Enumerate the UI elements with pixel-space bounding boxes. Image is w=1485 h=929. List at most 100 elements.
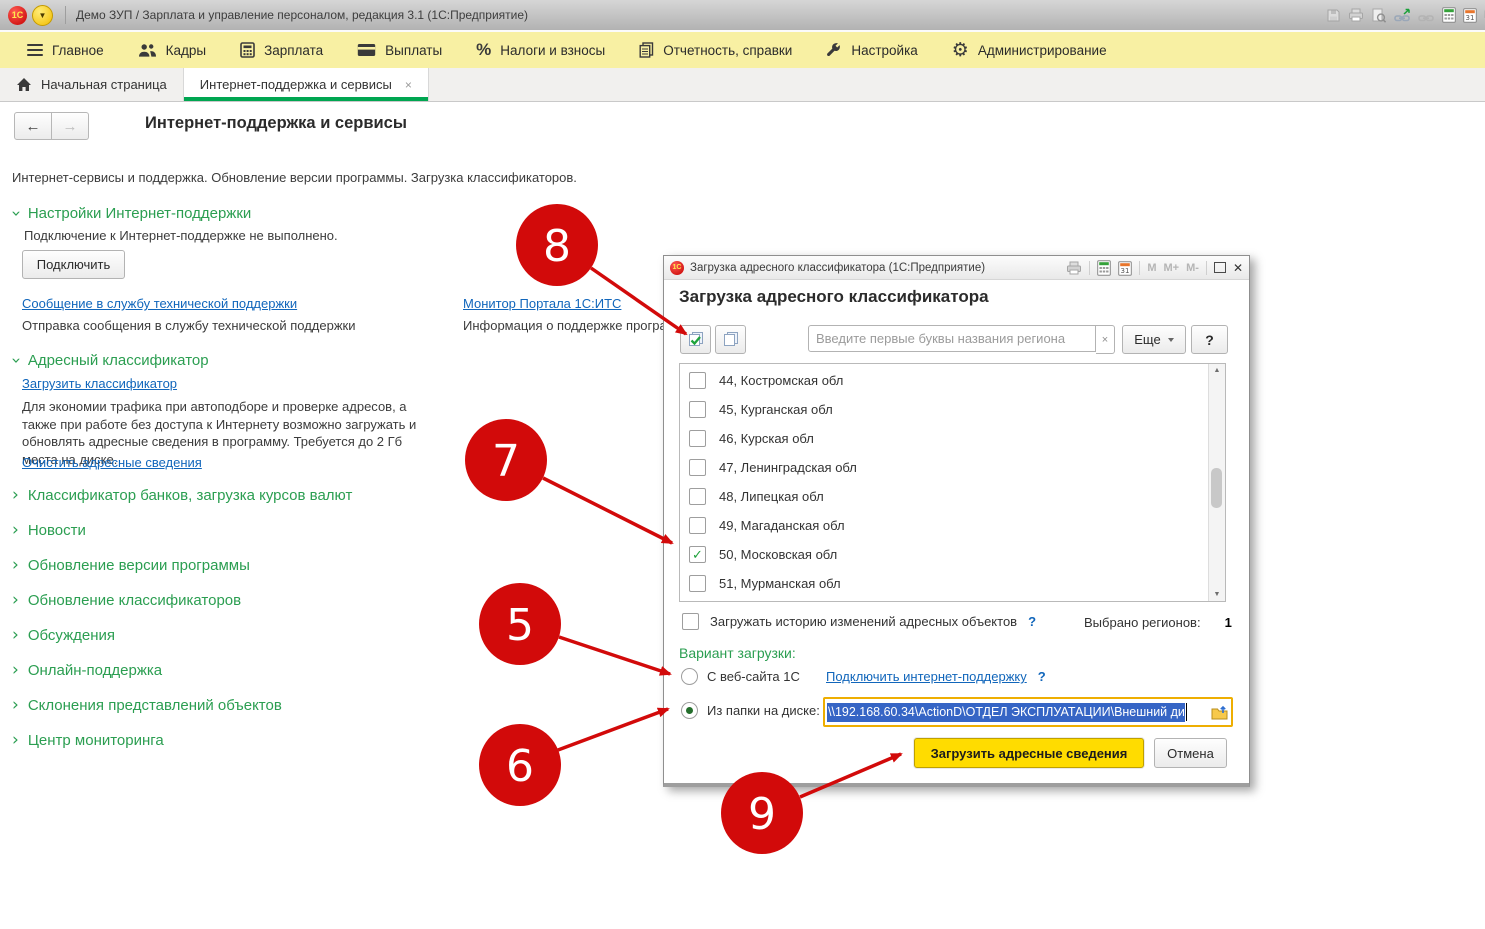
- more-button[interactable]: Еще: [1122, 325, 1186, 354]
- cancel-button[interactable]: Отмена: [1154, 738, 1227, 768]
- scrollbar[interactable]: ▲ ▼: [1208, 364, 1225, 601]
- menu-item-label: Отчетность, справки: [663, 43, 792, 58]
- go-link-icon[interactable]: [1418, 8, 1435, 23]
- section-classifier-update[interactable]: ›Обновление классификаторов: [12, 592, 241, 609]
- support-message-link[interactable]: Сообщение в службу технической поддержки: [22, 296, 297, 311]
- connect-help-link[interactable]: ?: [1038, 669, 1046, 684]
- section-monitoring-center[interactable]: ›Центр мониторинга: [12, 732, 164, 749]
- calculator-icon[interactable]: [1442, 7, 1456, 23]
- load-addresses-button[interactable]: Загрузить адресные сведения: [914, 738, 1144, 768]
- list-item[interactable]: ✓50, Московская обл: [680, 540, 1207, 569]
- selected-regions-count: 1: [1225, 615, 1232, 630]
- memory-m-plus-button[interactable]: М+: [1164, 262, 1180, 274]
- option-from-web[interactable]: С веб-сайта 1С: [681, 668, 800, 685]
- tab-internet-support[interactable]: Интернет-поддержка и сервисы ×: [183, 68, 429, 101]
- checkbox[interactable]: [689, 372, 706, 389]
- select-all-button[interactable]: [680, 325, 711, 354]
- calculator-icon[interactable]: [1097, 260, 1111, 276]
- list-item[interactable]: 49, Магаданская обл: [680, 511, 1207, 540]
- memory-m-button[interactable]: М: [1147, 262, 1156, 274]
- clear-address-link[interactable]: Очистить адресные сведения: [22, 455, 202, 470]
- load-classifier-link[interactable]: Загрузить классификатор: [22, 376, 177, 391]
- section-discussions[interactable]: ›Обсуждения: [12, 627, 115, 644]
- list-item[interactable]: 45, Курганская обл: [680, 395, 1207, 424]
- forward-button[interactable]: →: [52, 112, 89, 140]
- checkbox[interactable]: [689, 401, 706, 418]
- unselect-all-button[interactable]: [715, 325, 746, 354]
- save-icon[interactable]: [1326, 8, 1341, 23]
- menu-item-salary[interactable]: Зарплата: [223, 32, 340, 68]
- menu-item-payments[interactable]: Выплаты: [340, 32, 459, 68]
- tab-bar: Начальная страница Интернет-поддержка и …: [0, 68, 1485, 102]
- divider: [65, 6, 66, 24]
- chevron-right-icon: ›: [12, 732, 19, 749]
- back-button[interactable]: ←: [14, 112, 52, 140]
- menu-item-administration[interactable]: ⚙ Администрирование: [935, 32, 1124, 68]
- section-address-classifier[interactable]: › Адресный классификатор: [12, 352, 209, 369]
- scroll-thumb[interactable]: [1211, 468, 1222, 508]
- menu-item-staff[interactable]: Кадры: [121, 32, 223, 68]
- folder-path-field[interactable]: \\192.168.60.34\ActionD\ОТДЕЛ ЭКСПЛУАТАЦ…: [823, 697, 1233, 727]
- checkbox[interactable]: [689, 517, 706, 534]
- maximize-button[interactable]: [1214, 262, 1226, 273]
- menu-item-reports[interactable]: Отчетность, справки: [622, 32, 809, 68]
- list-item[interactable]: 44, Костромская обл: [680, 366, 1207, 395]
- calendar-icon[interactable]: 31: [1463, 7, 1477, 23]
- print-icon[interactable]: [1066, 261, 1082, 275]
- close-tab-icon[interactable]: ×: [405, 78, 412, 92]
- divider: [1206, 261, 1207, 275]
- checkbox[interactable]: [689, 459, 706, 476]
- region-list-rows: 44, Костромская обл45, Курганская обл46,…: [680, 366, 1207, 601]
- section-header-label: Классификатор банков, загрузка курсов ва…: [28, 487, 353, 504]
- page-description: Интернет-сервисы и поддержка. Обновление…: [12, 170, 577, 185]
- monitor-portal-link[interactable]: Монитор Портала 1С:ИТС: [463, 296, 621, 311]
- radio-button[interactable]: [681, 668, 698, 685]
- list-item[interactable]: 47, Ленинградская обл: [680, 453, 1207, 482]
- dialog-heading: Загрузка адресного классификатора: [679, 287, 989, 307]
- chevron-right-icon: ›: [12, 662, 19, 679]
- list-item[interactable]: 46, Курская обл: [680, 424, 1207, 453]
- get-link-icon[interactable]: [1394, 8, 1411, 23]
- scroll-up-icon[interactable]: ▲: [1209, 367, 1225, 374]
- connect-support-link[interactable]: Подключить интернет-поддержку: [826, 669, 1027, 684]
- option-from-folder[interactable]: Из папки на диске:: [681, 702, 820, 719]
- percent-icon: %: [476, 40, 491, 60]
- menu-item-label: Кадры: [166, 43, 206, 58]
- section-menu: Главное Кадры Зарплата Выплаты % Налоги …: [0, 30, 1485, 68]
- section-online-support[interactable]: › Онлайн-поддержка: [12, 662, 162, 679]
- checkbox[interactable]: [689, 488, 706, 505]
- section-header-label: Онлайн-поддержка: [28, 662, 162, 679]
- print-icon[interactable]: [1348, 8, 1364, 22]
- tab-home[interactable]: Начальная страница: [0, 68, 183, 101]
- help-button[interactable]: ?: [1191, 325, 1228, 354]
- section-program-update[interactable]: ›Обновление версии программы: [12, 557, 250, 574]
- radio-button-selected[interactable]: [681, 702, 698, 719]
- checkbox[interactable]: [689, 575, 706, 592]
- system-menu-button[interactable]: ▼: [32, 5, 53, 26]
- print-preview-icon[interactable]: [1371, 8, 1387, 23]
- close-button[interactable]: ✕: [1233, 261, 1243, 275]
- checkbox-checked[interactable]: ✓: [689, 546, 706, 563]
- region-search-input[interactable]: [808, 325, 1096, 352]
- checkbox[interactable]: [689, 430, 706, 447]
- history-checkbox[interactable]: [682, 613, 699, 630]
- calendar-icon[interactable]: 31: [1118, 260, 1132, 276]
- menu-item-main[interactable]: Главное: [10, 32, 121, 68]
- monitor-portal-desc: Информация о поддержке програ: [463, 318, 667, 333]
- section-declensions[interactable]: ›Склонения представлений объектов: [12, 697, 282, 714]
- section-news[interactable]: ›Новости: [12, 522, 86, 539]
- browse-folder-button[interactable]: [1207, 701, 1231, 723]
- list-item[interactable]: 51, Мурманская обл: [680, 569, 1207, 598]
- section-bank-classifier[interactable]: ›Классификатор банков, загрузка курсов в…: [12, 487, 352, 504]
- menu-item-settings[interactable]: Настройка: [809, 32, 934, 68]
- clear-search-button[interactable]: ×: [1096, 325, 1115, 354]
- section-internet-support-settings[interactable]: › Настройки Интернет-поддержки: [12, 205, 251, 222]
- history-help-link[interactable]: ?: [1028, 614, 1036, 629]
- memory-m-minus-button[interactable]: М-: [1186, 262, 1199, 274]
- section-header-label: Обновление версии программы: [28, 557, 250, 574]
- scroll-down-icon[interactable]: ▼: [1209, 591, 1225, 598]
- titlebar-icons: 31 М: [1326, 0, 1483, 30]
- connect-button[interactable]: Подключить: [22, 250, 125, 279]
- menu-item-taxes[interactable]: % Налоги и взносы: [459, 32, 622, 68]
- list-item[interactable]: 48, Липецкая обл: [680, 482, 1207, 511]
